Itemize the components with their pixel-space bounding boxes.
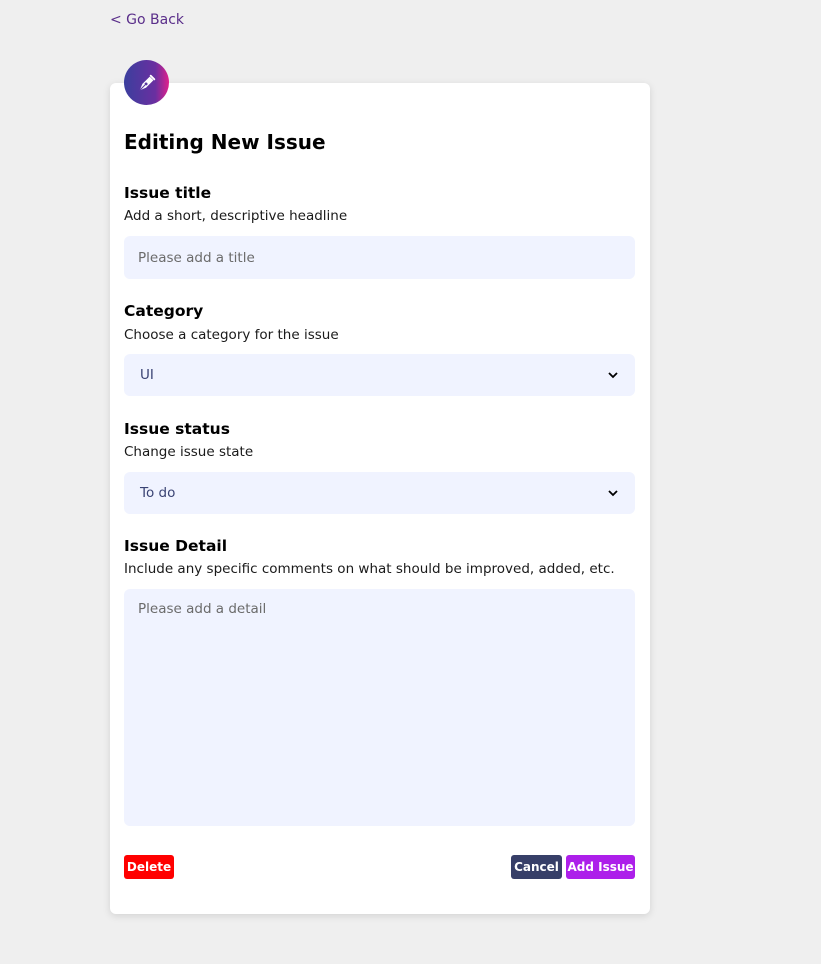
category-select[interactable]: UI — [124, 354, 635, 396]
pen-nib-icon — [124, 60, 169, 105]
issue-title-label: Issue title — [124, 184, 212, 202]
issue-detail-description: Include any specific comments on what sh… — [124, 561, 615, 577]
issue-status-label: Issue status — [124, 420, 230, 438]
category-label: Category — [124, 302, 204, 320]
issue-title-input[interactable]: Please add a title — [124, 236, 635, 279]
issue-title-placeholder: Please add a title — [138, 249, 255, 266]
go-back-link[interactable]: < Go Back — [110, 12, 184, 28]
cancel-button[interactable]: Cancel — [511, 855, 562, 879]
issue-detail-textarea[interactable]: Please add a detail — [124, 589, 635, 826]
page-title: Editing New Issue — [124, 130, 326, 154]
issue-status-selected-value: To do — [140, 485, 176, 501]
add-issue-button[interactable]: Add Issue — [566, 855, 635, 879]
category-description: Choose a category for the issue — [124, 327, 339, 343]
issue-detail-placeholder: Please add a detail — [138, 601, 267, 617]
chevron-down-icon — [607, 487, 619, 499]
issue-title-description: Add a short, descriptive headline — [124, 208, 348, 224]
issue-status-description: Change issue state — [124, 444, 254, 460]
chevron-down-icon — [607, 369, 619, 381]
issue-status-select[interactable]: To do — [124, 472, 635, 514]
delete-button[interactable]: Delete — [124, 855, 174, 879]
issue-detail-label: Issue Detail — [124, 537, 228, 555]
category-selected-value: UI — [140, 367, 154, 383]
